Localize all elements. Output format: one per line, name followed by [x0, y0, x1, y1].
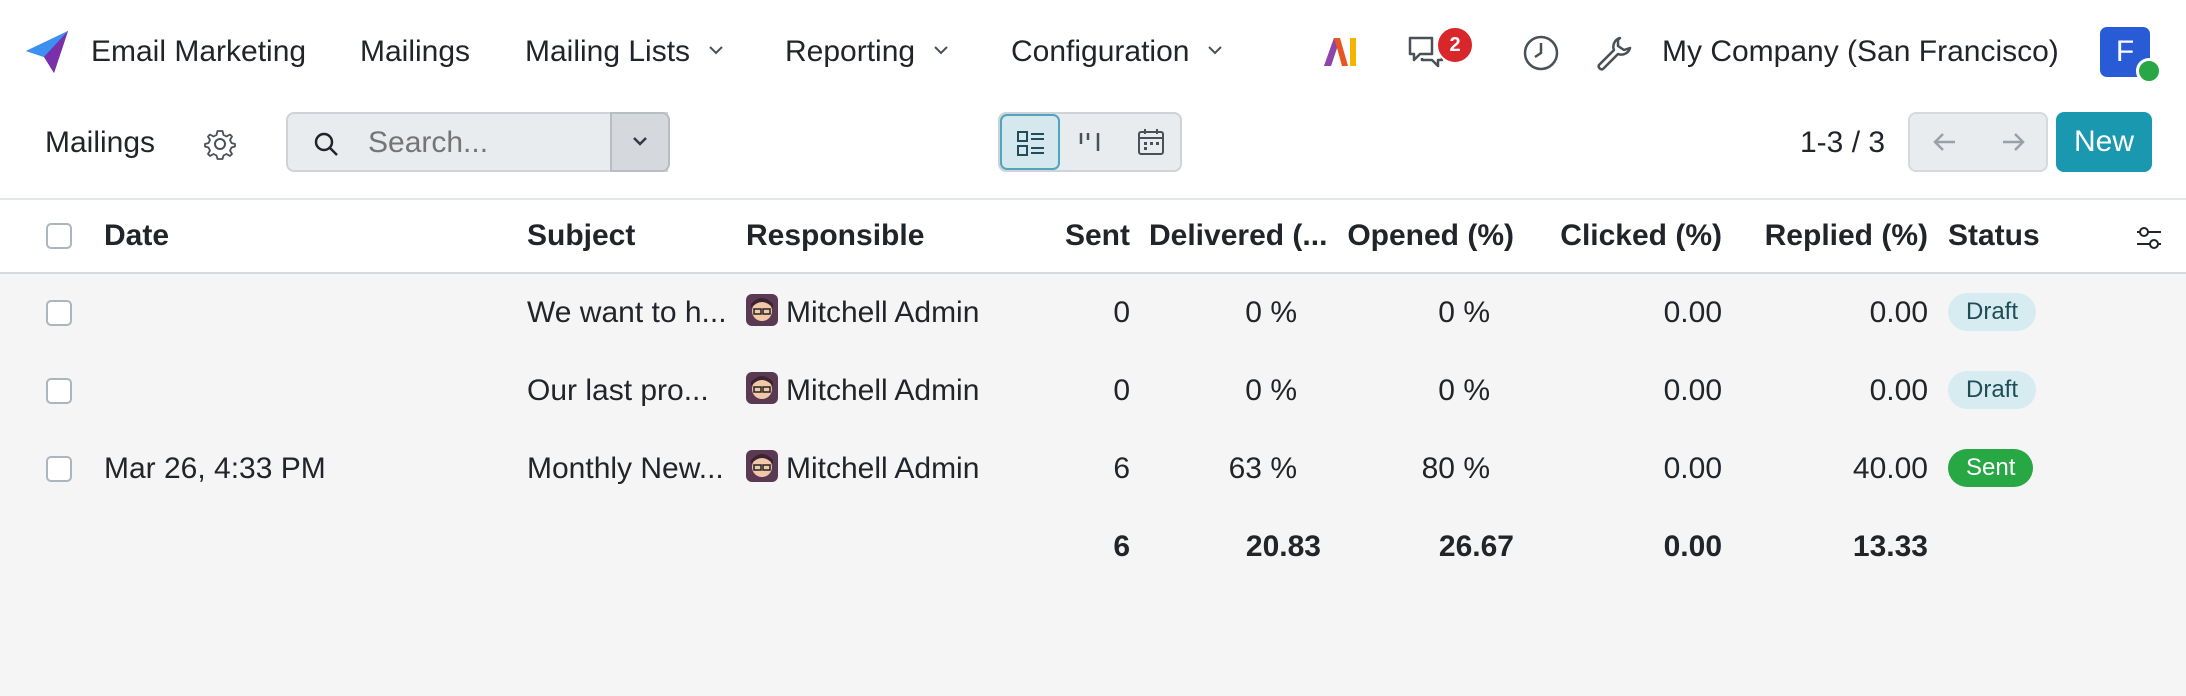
search-icon — [314, 132, 338, 156]
cell-responsible: Mitchell Admin — [786, 374, 980, 407]
list-view-button[interactable] — [1000, 114, 1060, 170]
column-header-subject[interactable]: Subject — [527, 200, 635, 272]
cell-subject: Monthly New... — [527, 452, 724, 485]
cell-opened: 0 % — [1438, 296, 1490, 329]
column-header-replied[interactable]: Replied (%) — [1740, 200, 1928, 272]
chevron-down-icon — [633, 137, 647, 146]
cell-delivered: 63 % — [1228, 452, 1297, 485]
gear-icon[interactable] — [204, 128, 236, 160]
menu-reporting-label: Reporting — [785, 35, 916, 68]
total-opened: 26.67 — [1438, 530, 1514, 563]
wrench-icon[interactable] — [1594, 34, 1632, 72]
cell-clicked: 0.00 — [1663, 452, 1722, 485]
select-all-checkbox[interactable] — [46, 223, 72, 249]
breadcrumb[interactable]: Mailings — [45, 104, 155, 182]
chevron-down-icon — [709, 46, 723, 55]
avatar — [746, 294, 778, 326]
row-checkbox[interactable] — [46, 378, 72, 404]
search-options-toggle[interactable] — [610, 112, 670, 172]
pager-value[interactable]: 1-3 / 3 — [1800, 104, 1885, 182]
calendar-icon — [1138, 129, 1164, 155]
menu-reporting[interactable]: Reporting — [785, 0, 949, 104]
cell-sent: 0 — [1113, 374, 1130, 407]
total-delivered: 20.83 — [1245, 530, 1321, 563]
list-view-icon — [1017, 131, 1044, 156]
menu-configuration-label: Configuration — [1011, 35, 1190, 68]
cell-delivered: 0 % — [1245, 296, 1297, 329]
cell-date: Mar 26, 4:33 PM — [104, 452, 326, 485]
status-badge: Sent — [1948, 449, 2034, 487]
table-row[interactable]: We want to h... Mitchell Admin 0 0 % 0 %… — [0, 274, 2186, 352]
column-header-opened[interactable]: Opened (%) — [1330, 200, 1514, 272]
chevron-down-icon — [934, 46, 948, 55]
new-button[interactable]: New — [2056, 112, 2152, 172]
table-header: Date Subject Responsible Sent Delivered … — [0, 200, 2186, 274]
cell-subject: We want to h... — [527, 296, 727, 329]
cell-opened: 80 % — [1421, 452, 1490, 485]
arrow-left-icon — [1933, 133, 1955, 151]
column-header-status[interactable]: Status — [1948, 200, 2040, 272]
status-badge: Draft — [1948, 371, 2037, 409]
clock-icon[interactable] — [1522, 34, 1560, 72]
cell-replied: 0.00 — [1869, 296, 1928, 329]
cell-replied: 40.00 — [1852, 452, 1928, 485]
ai-icon[interactable] — [1322, 36, 1360, 68]
messages-badge: 2 — [1436, 26, 1474, 64]
cell-subject: Our last pro... — [527, 374, 709, 407]
column-header-sent[interactable]: Sent — [1030, 200, 1130, 272]
status-badge: Draft — [1948, 293, 2037, 331]
pager-previous-button[interactable] — [1910, 114, 1978, 170]
column-header-responsible[interactable]: Responsible — [746, 200, 924, 272]
column-header-delivered[interactable]: Delivered (... — [1149, 200, 1327, 272]
company-switcher[interactable]: My Company (San Francisco) — [1662, 0, 2059, 104]
row-checkbox[interactable] — [46, 456, 72, 482]
total-clicked: 0.00 — [1663, 530, 1722, 563]
arrow-right-icon — [2003, 133, 2025, 151]
cell-responsible: Mitchell Admin — [786, 452, 980, 485]
menu-configuration[interactable]: Configuration — [1011, 0, 1223, 104]
table-totals-row: 6 20.83 26.67 0.00 13.33 — [0, 508, 2186, 586]
total-sent: 6 — [1113, 530, 1130, 563]
optional-columns-icon[interactable] — [2135, 226, 2163, 250]
chevron-down-icon — [1208, 46, 1223, 55]
menu-mailings[interactable]: Mailings — [360, 0, 470, 104]
email-marketing-logo-icon[interactable] — [24, 29, 70, 75]
avatar — [746, 450, 778, 482]
table-row[interactable]: Our last pro... Mitchell Admin 0 0 % 0 %… — [0, 352, 2186, 430]
top-navbar: Email Marketing Mailings Mailing Lists R… — [0, 0, 2186, 104]
online-status-dot — [2136, 58, 2162, 84]
cell-responsible: Mitchell Admin — [786, 296, 980, 329]
menu-mailing-lists[interactable]: Mailing Lists — [525, 0, 724, 104]
row-checkbox[interactable] — [46, 300, 72, 326]
kanban-view-button[interactable] — [1062, 114, 1122, 170]
cell-replied: 0.00 — [1869, 374, 1928, 407]
calendar-view-button[interactable] — [1122, 114, 1182, 170]
column-header-clicked[interactable]: Clicked (%) — [1540, 200, 1722, 272]
total-replied: 13.33 — [1852, 530, 1928, 563]
app-name[interactable]: Email Marketing — [91, 0, 306, 104]
cell-sent: 6 — [1113, 452, 1130, 485]
column-header-date[interactable]: Date — [104, 200, 169, 272]
cell-clicked: 0.00 — [1663, 374, 1722, 407]
menu-mailing-lists-label: Mailing Lists — [525, 35, 691, 68]
kanban-view-icon — [1079, 133, 1100, 151]
cell-delivered: 0 % — [1245, 374, 1297, 407]
cell-sent: 0 — [1113, 296, 1130, 329]
table-row[interactable]: Mar 26, 4:33 PM Monthly New... Mitchell … — [0, 430, 2186, 508]
cell-clicked: 0.00 — [1663, 296, 1722, 329]
view-switcher — [998, 112, 1182, 172]
cell-opened: 0 % — [1438, 374, 1490, 407]
avatar — [746, 372, 778, 404]
pager-next-button[interactable] — [1978, 114, 2046, 170]
pager-buttons — [1908, 112, 2048, 172]
